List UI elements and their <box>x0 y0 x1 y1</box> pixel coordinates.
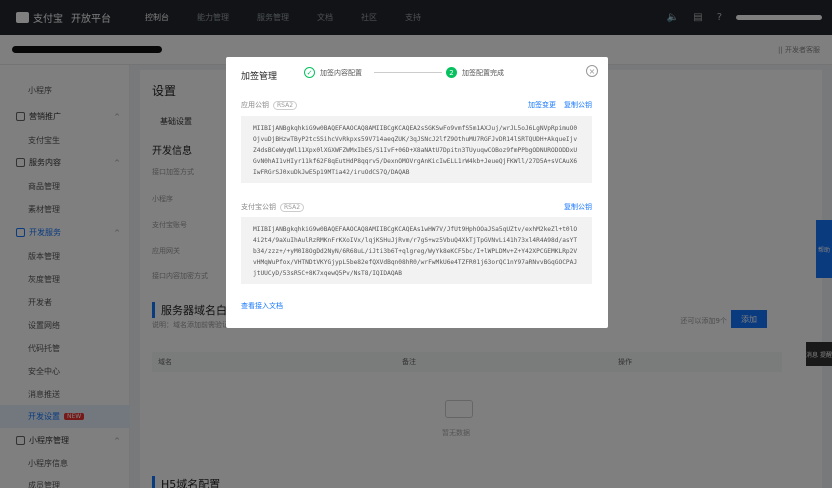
alipay-public-key-label: 支付宝公钥 RSA2 <box>241 202 305 212</box>
app-key-label-text: 应用公钥 <box>241 101 269 109</box>
rsa2-tag: RSA2 <box>280 202 305 212</box>
check-circle-icon: ✓ <box>304 67 315 78</box>
step-divider <box>374 72 442 73</box>
app-public-key-label: 应用公钥 RSA2 <box>241 100 298 110</box>
modal-title: 加签管理 <box>241 72 278 82</box>
step-1-label: 加签内容配置 <box>320 68 362 77</box>
step-2-number: 2 <box>446 67 457 78</box>
copy-app-key-link[interactable]: 复制公钥 <box>564 100 592 110</box>
rsa2-tag: RSA2 <box>273 100 298 110</box>
alipay-public-key-box: MIIBIjANBgkqhkiG9w0BAQEFAAOCAQ8AMIIBCgKC… <box>241 217 592 284</box>
app-key-actions: 加签变更 复制公钥 <box>528 100 592 110</box>
sign-manage-modal: 加签管理 ✓ 加签内容配置 2 加签配置完成 × 应用公钥 RSA2 加签变更 … <box>226 57 608 328</box>
close-icon[interactable]: × <box>586 65 598 77</box>
app-public-key-box: MIIBIjANBgkqhkiG9w0BAQEFAAOCAQ8AMIIBCgKC… <box>241 116 592 183</box>
alipay-key-actions: 复制公钥 <box>564 202 592 212</box>
step-1: ✓ 加签内容配置 <box>304 67 362 78</box>
step-2-label: 加签配置完成 <box>462 68 504 77</box>
step-2: 2 加签配置完成 <box>446 67 504 78</box>
change-sign-link[interactable]: 加签变更 <box>528 100 556 110</box>
view-docs-link[interactable]: 查看接入文档 <box>241 301 283 311</box>
alipay-key-label-text: 支付宝公钥 <box>241 203 276 211</box>
copy-alipay-key-link[interactable]: 复制公钥 <box>564 202 592 212</box>
